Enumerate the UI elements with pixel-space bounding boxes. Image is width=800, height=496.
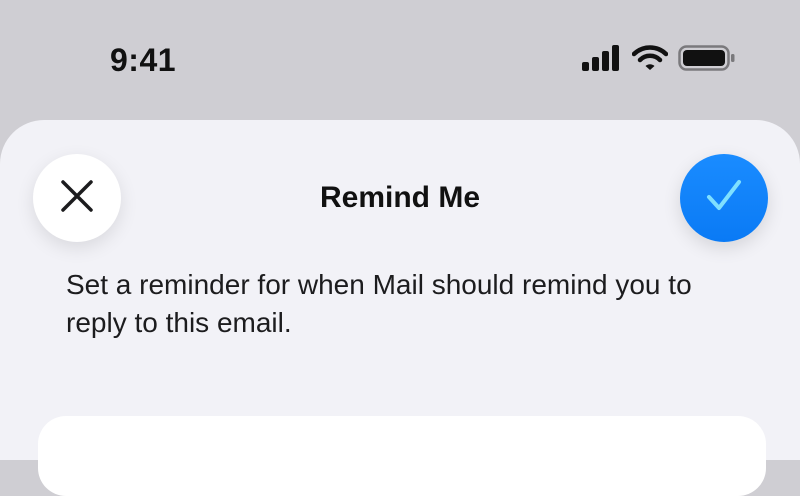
reminder-options-card xyxy=(38,416,766,496)
status-icons xyxy=(582,44,736,76)
status-time: 9:41 xyxy=(110,42,177,78)
confirm-button[interactable] xyxy=(680,154,768,242)
remind-me-sheet: Remind Me Set a reminder for when Mail s… xyxy=(0,120,800,496)
close-button[interactable] xyxy=(33,154,121,242)
cellular-signal-icon xyxy=(582,44,622,76)
battery-icon xyxy=(678,44,736,76)
close-icon xyxy=(57,176,97,221)
status-bar: 9:41 xyxy=(0,0,800,120)
reminder-description: Set a reminder for when Mail should remi… xyxy=(66,269,692,338)
wifi-icon xyxy=(631,44,669,76)
sheet-title: Remind Me xyxy=(319,181,481,214)
checkmark-icon xyxy=(702,174,746,223)
